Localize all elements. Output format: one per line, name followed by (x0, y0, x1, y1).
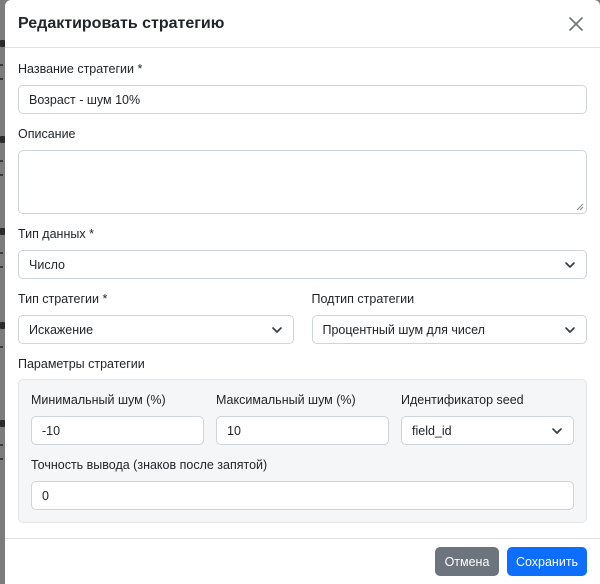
modal-body: Название стратегии * Возраст - шум 10% О… (5, 48, 600, 523)
modal-header: Редактировать стратегию (5, 0, 600, 48)
params-label: Параметры стратегии (18, 357, 145, 371)
seed-value: field_id (412, 423, 452, 438)
seed-group: Идентификатор seed field_id (401, 393, 574, 445)
strategy-subtype-select[interactable]: Процентный шум для чисел (311, 315, 587, 344)
name-label: Название стратегии * (18, 62, 143, 76)
description-label: Описание (18, 127, 76, 141)
precision-group: Точность вывода (знаков после запятой) 0 (31, 458, 574, 510)
strategy-subtype-group: Подтип стратегии Процентный шум для чисе… (311, 292, 587, 344)
background-fragment (0, 266, 3, 268)
chevron-down-icon (565, 261, 575, 268)
name-group: Название стратегии * Возраст - шум 10% (18, 62, 587, 114)
background-fragment (0, 444, 3, 446)
background-fragment (0, 174, 3, 176)
max-noise-label: Максимальный шум (%) (216, 393, 356, 407)
data-type-group: Тип данных * Число (18, 227, 587, 279)
strategy-type-value: Искажение (29, 322, 94, 337)
description-group: Описание (18, 127, 587, 214)
seed-select[interactable]: field_id (401, 416, 574, 445)
min-noise-input[interactable]: -10 (31, 416, 204, 445)
modal-title: Редактировать стратегию (18, 14, 225, 32)
chevron-down-icon (565, 326, 575, 333)
chevron-down-icon (271, 326, 282, 333)
precision-input[interactable]: 0 (31, 481, 574, 510)
background-fragment (0, 160, 3, 162)
background-fragment (0, 252, 3, 254)
strategy-subtype-label: Подтип стратегии (311, 292, 415, 306)
params-box: Минимальный шум (%) -10 Максимальный шум… (18, 379, 587, 523)
data-type-select[interactable]: Число (18, 250, 587, 279)
description-textarea[interactable] (18, 150, 587, 214)
close-icon (569, 16, 583, 31)
params-row: Минимальный шум (%) -10 Максимальный шум… (31, 393, 574, 445)
data-type-value: Число (29, 257, 65, 272)
strategy-type-label: Тип стратегии * (18, 292, 108, 306)
max-noise-group: Максимальный шум (%) 10 (216, 393, 389, 445)
close-button[interactable] (565, 13, 587, 35)
strategy-subtype-value: Процентный шум для чисел (322, 322, 485, 337)
params-section: Параметры стратегии Минимальный шум (%) … (18, 357, 587, 523)
data-type-label: Тип данных * (18, 227, 94, 241)
background-fragment (0, 346, 3, 348)
strategy-type-group: Тип стратегии * Искажение (18, 292, 294, 344)
seed-label: Идентификатор seed (401, 393, 524, 407)
resize-grip-icon[interactable] (576, 203, 584, 211)
min-noise-label: Минимальный шум (%) (31, 393, 166, 407)
precision-label: Точность вывода (знаков после запятой) (31, 458, 268, 472)
save-button[interactable]: Сохранить (507, 547, 587, 576)
name-input[interactable]: Возраст - шум 10% (18, 85, 587, 114)
strategy-type-select[interactable]: Искажение (18, 315, 294, 344)
min-noise-group: Минимальный шум (%) -10 (31, 393, 204, 445)
background-fragment (0, 458, 3, 460)
background-fragment (0, 64, 3, 66)
strategy-type-row: Тип стратегии * Искажение Подтип стратег… (18, 292, 587, 344)
edit-strategy-modal: Редактировать стратегию Название стратег… (5, 0, 600, 584)
cancel-button[interactable]: Отмена (435, 547, 499, 576)
modal-footer: Отмена Сохранить (5, 538, 600, 584)
background-fragment (0, 78, 3, 80)
max-noise-input[interactable]: 10 (216, 416, 389, 445)
chevron-down-icon (552, 427, 562, 434)
